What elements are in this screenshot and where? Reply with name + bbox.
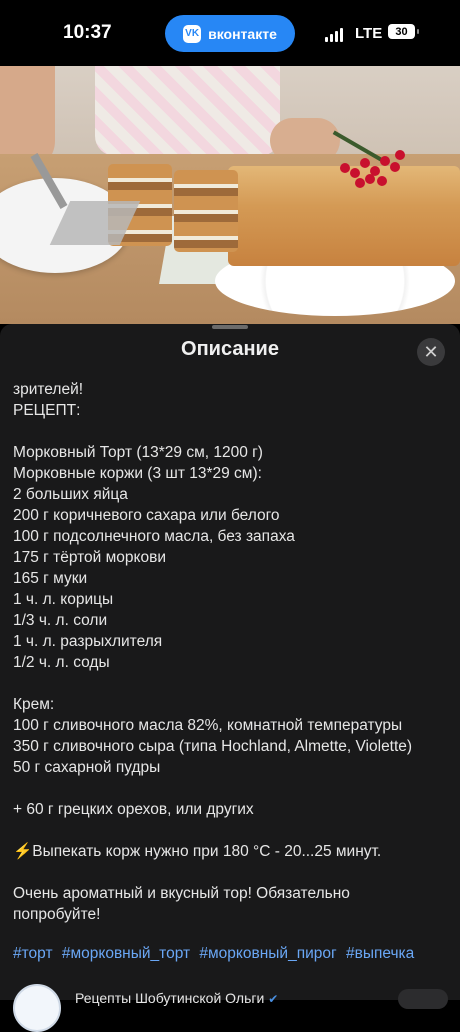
description-line: попробуйте! xyxy=(13,906,101,923)
back-to-app-label: вконтакте xyxy=(208,25,277,42)
sheet-grabber[interactable] xyxy=(212,325,248,329)
avatar[interactable] xyxy=(13,984,61,1032)
follow-button[interactable] xyxy=(398,989,448,1009)
description-text: ........................................… xyxy=(13,368,453,978)
description-line: РЕЦЕПТ: xyxy=(13,402,81,419)
status-bar: 10:37 VK вконтакте LTE 30 xyxy=(0,0,460,66)
description-line xyxy=(13,862,453,883)
description-line xyxy=(13,778,453,799)
cake-slice-image xyxy=(174,170,238,252)
signal-icon xyxy=(325,28,343,42)
description-line: 50 г сахарной пудры xyxy=(13,759,161,776)
verified-icon: ✔ xyxy=(268,992,279,1006)
description-line: Морковный Торт (13*29 см, 1200 г) xyxy=(13,444,263,461)
network-label: LTE xyxy=(355,25,383,42)
berries-image xyxy=(335,138,410,193)
description-line: 1/2 ч. л. соды xyxy=(13,654,110,671)
video-player[interactable] xyxy=(0,66,460,324)
description-line: 200 г коричневого сахара или белого xyxy=(13,507,280,524)
description-line: 2 больших яйца xyxy=(13,486,128,503)
description-line: зрителей! xyxy=(13,381,84,398)
description-line: 175 г тёртой моркови xyxy=(13,549,167,566)
description-line xyxy=(13,820,453,841)
description-line xyxy=(13,673,453,694)
description-sheet: Описание ✕ .............................… xyxy=(0,324,460,1032)
description-line: Морковные коржи (3 шт 13*29 см): xyxy=(13,465,262,482)
description-line-cut: ........................................… xyxy=(13,368,453,369)
battery-icon: 30 xyxy=(388,24,419,39)
close-button[interactable]: ✕ xyxy=(417,338,445,366)
hashtag-link[interactable]: #морковный_пирог xyxy=(199,945,336,962)
description-line: Крем: xyxy=(13,696,55,713)
description-line: 1 ч. л. корицы xyxy=(13,591,114,608)
description-line: Очень ароматный и вкусный тор! Обязатель… xyxy=(13,885,350,902)
apron-image xyxy=(95,66,280,156)
author-name: Рецепты Шобутинской Ольги xyxy=(75,990,265,1006)
description-line xyxy=(13,421,453,442)
description-line: 1/3 ч. л. соли xyxy=(13,612,108,629)
description-line: 1 ч. л. разрыхлителя xyxy=(13,633,163,650)
hashtag-link[interactable]: #торт xyxy=(13,945,53,962)
description-line: 350 г сливочного сыра (типа Hochland, Al… xyxy=(13,738,413,755)
vk-logo-icon: VK xyxy=(183,24,202,43)
status-time: 10:37 xyxy=(63,22,112,43)
description-line: ⚡Выпекать корж нужно при 180 °С - 20...2… xyxy=(13,843,382,860)
author-row[interactable]: Рецепты Шобутинской Ольги ✔ xyxy=(13,984,278,1032)
description-line: 165 г муки xyxy=(13,570,88,587)
hashtag-link[interactable]: #выпечка xyxy=(346,945,414,962)
sheet-title: Описание xyxy=(181,338,279,360)
hashtags: #торт #морковный_торт #морковный_пирог #… xyxy=(13,945,419,963)
hashtag-link[interactable]: #морковный_торт xyxy=(62,945,190,962)
battery-level: 30 xyxy=(395,25,408,38)
back-to-app-pill[interactable]: VK вконтакте xyxy=(165,15,295,52)
description-line: + 60 г грецких орехов, или других xyxy=(13,801,254,818)
close-icon: ✕ xyxy=(423,342,439,362)
description-line: 100 г сливочного масла 82%, комнатной те… xyxy=(13,717,403,734)
description-line: 100 г подсолнечного масла, без запаха xyxy=(13,528,295,545)
